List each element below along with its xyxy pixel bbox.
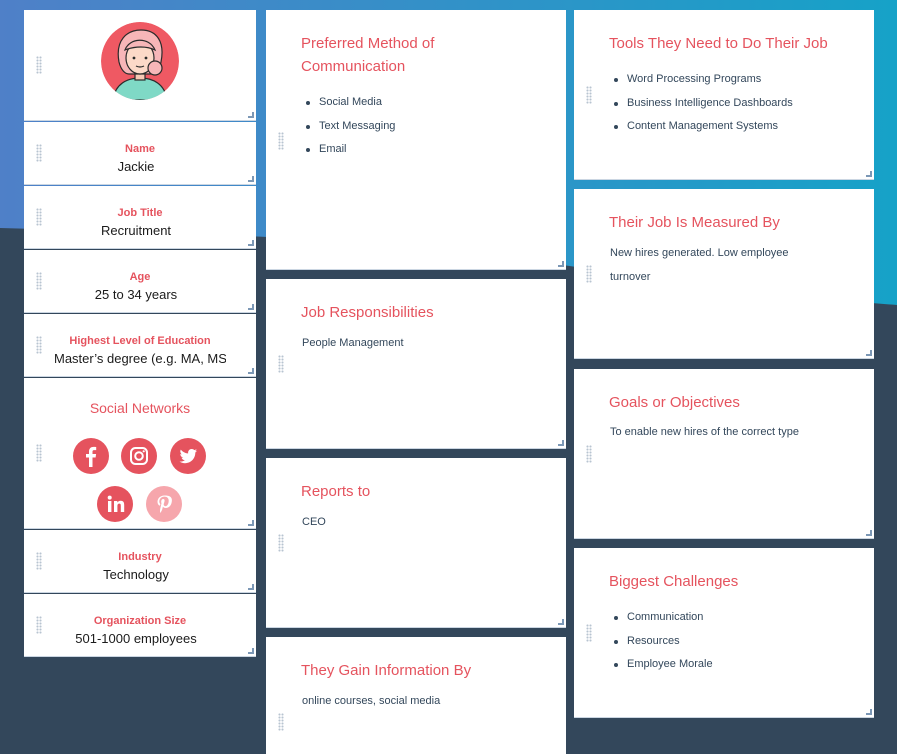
- communication-list: Social Media Text Messaging Email: [306, 91, 546, 162]
- goals-text[interactable]: To enable new hires of the correct type: [610, 420, 844, 444]
- measured-by-card: Their Job Is Measured By New hires gener…: [574, 189, 874, 359]
- resize-handle[interactable]: [248, 368, 254, 374]
- facebook-icon[interactable]: [73, 438, 109, 474]
- resize-handle[interactable]: [558, 619, 564, 625]
- drag-handle[interactable]: [36, 552, 42, 570]
- age-card: Age 25 to 34 years: [24, 250, 256, 313]
- social-networks-card: Social Networks: [24, 378, 256, 529]
- list-item[interactable]: Resources: [614, 630, 854, 654]
- drag-handle[interactable]: [586, 624, 592, 642]
- drag-handle[interactable]: [36, 444, 42, 462]
- age-value[interactable]: 25 to 34 years: [46, 287, 226, 302]
- challenges-card: Biggest Challenges Communication Resourc…: [574, 548, 874, 718]
- drag-handle[interactable]: [36, 616, 42, 634]
- resize-handle[interactable]: [558, 440, 564, 446]
- job-responsibilities-title: Job Responsibilities: [301, 304, 434, 321]
- resize-handle[interactable]: [248, 176, 254, 182]
- resize-handle[interactable]: [866, 171, 872, 177]
- tools-list: Word Processing Programs Business Intell…: [614, 68, 854, 139]
- list-item[interactable]: Email: [306, 138, 546, 162]
- list-item[interactable]: Social Media: [306, 91, 546, 115]
- drag-handle[interactable]: [586, 265, 592, 283]
- linkedin-icon[interactable]: [97, 486, 133, 522]
- list-item[interactable]: Business Intelligence Dashboards: [614, 92, 854, 116]
- tools-title: Tools They Need to Do Their Job: [609, 35, 828, 52]
- resize-handle[interactable]: [558, 261, 564, 267]
- drag-handle[interactable]: [278, 713, 284, 731]
- resize-handle[interactable]: [866, 350, 872, 356]
- organization-size-card: Organization Size 501-1000 employees: [24, 594, 256, 657]
- name-value[interactable]: Jackie: [46, 159, 226, 174]
- pinterest-icon[interactable]: [146, 486, 182, 522]
- resize-handle[interactable]: [248, 304, 254, 310]
- challenges-title: Biggest Challenges: [609, 573, 739, 590]
- drag-handle[interactable]: [278, 132, 284, 150]
- job-title-value[interactable]: Recruitment: [46, 223, 226, 238]
- measured-by-text[interactable]: New hires generated. Low employee turnov…: [610, 241, 814, 289]
- industry-value[interactable]: Technology: [46, 567, 226, 582]
- list-item[interactable]: Employee Morale: [614, 653, 854, 677]
- avatar-card: [24, 10, 256, 121]
- drag-handle[interactable]: [278, 355, 284, 373]
- organization-size-label: Organization Size: [93, 615, 187, 627]
- drag-handle[interactable]: [36, 144, 42, 162]
- drag-handle[interactable]: [36, 208, 42, 226]
- resize-handle[interactable]: [866, 709, 872, 715]
- education-label: Highest Level of Education: [69, 335, 211, 347]
- measured-by-title: Their Job Is Measured By: [609, 214, 780, 231]
- reports-to-text[interactable]: CEO: [302, 510, 536, 534]
- reports-to-card: Reports to CEO: [266, 458, 566, 628]
- social-networks-title: Social Networks: [89, 400, 191, 416]
- industry-card: Industry Technology: [24, 530, 256, 593]
- drag-handle[interactable]: [278, 534, 284, 552]
- twitter-icon[interactable]: [170, 438, 206, 474]
- list-item[interactable]: Content Management Systems: [614, 115, 854, 139]
- avatar: [101, 22, 179, 100]
- challenges-list: Communication Resources Employee Morale: [614, 606, 854, 677]
- information-title: They Gain Information By: [301, 662, 472, 679]
- resize-handle[interactable]: [248, 584, 254, 590]
- list-item[interactable]: Word Processing Programs: [614, 68, 854, 92]
- drag-handle[interactable]: [36, 272, 42, 290]
- drag-handle[interactable]: [586, 86, 592, 104]
- resize-handle[interactable]: [248, 520, 254, 526]
- education-value[interactable]: Master’s degree (e.g. MA, MS: [54, 351, 226, 366]
- information-card: They Gain Information By online courses,…: [266, 637, 566, 754]
- goals-card: Goals or Objectives To enable new hires …: [574, 369, 874, 539]
- resize-handle[interactable]: [248, 648, 254, 654]
- tools-card: Tools They Need to Do Their Job Word Pro…: [574, 10, 874, 180]
- education-card: Highest Level of Education Master’s degr…: [24, 314, 256, 377]
- drag-handle[interactable]: [36, 56, 42, 74]
- communication-card: Preferred Method of Communication Social…: [266, 10, 566, 270]
- list-item[interactable]: Text Messaging: [306, 115, 546, 139]
- reports-to-title: Reports to: [301, 483, 371, 500]
- age-label: Age: [129, 271, 151, 283]
- resize-handle[interactable]: [248, 112, 254, 118]
- organization-size-value[interactable]: 501-1000 employees: [46, 631, 226, 646]
- job-title-label: Job Title: [117, 207, 163, 219]
- goals-title: Goals or Objectives: [609, 394, 740, 411]
- name-card: Name Jackie: [24, 122, 256, 185]
- resize-handle[interactable]: [248, 240, 254, 246]
- name-label: Name: [125, 143, 155, 155]
- list-item[interactable]: Communication: [614, 606, 854, 630]
- drag-handle[interactable]: [586, 445, 592, 463]
- job-title-card: Job Title Recruitment: [24, 186, 256, 249]
- information-text[interactable]: online courses, social media: [302, 689, 536, 713]
- job-responsibilities-text[interactable]: People Management: [302, 331, 536, 355]
- resize-handle[interactable]: [866, 530, 872, 536]
- communication-title: Preferred Method of Communication: [301, 35, 435, 75]
- industry-label: Industry: [118, 551, 162, 563]
- job-responsibilities-card: Job Responsibilities People Management: [266, 279, 566, 449]
- instagram-icon[interactable]: [121, 438, 157, 474]
